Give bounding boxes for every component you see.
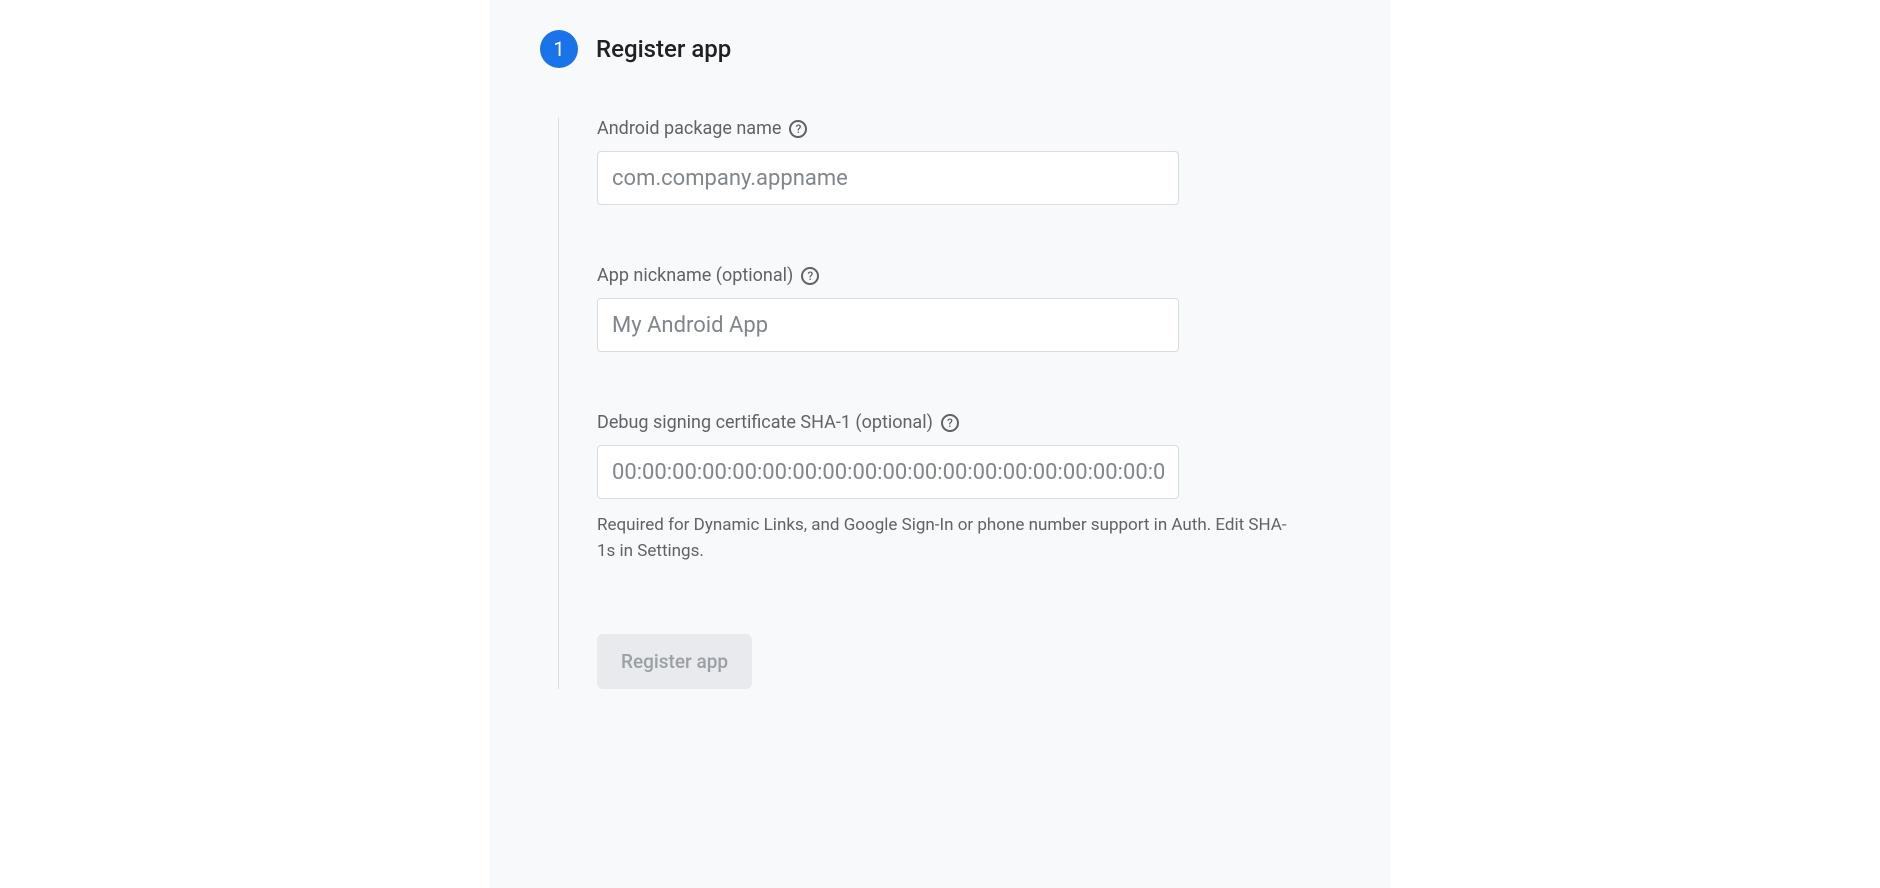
- step-title: Register app: [596, 35, 731, 63]
- step-content: Android package name ? App nickname (opt…: [558, 118, 1340, 689]
- nickname-group: App nickname (optional) ?: [597, 265, 1340, 352]
- register-app-button[interactable]: Register app: [597, 634, 752, 689]
- package-name-label-row: Android package name ?: [597, 118, 1340, 139]
- help-icon[interactable]: ?: [801, 267, 819, 285]
- package-name-input[interactable]: [597, 151, 1179, 205]
- package-name-label: Android package name: [597, 118, 781, 139]
- sha1-input[interactable]: [597, 445, 1179, 499]
- help-icon[interactable]: ?: [789, 120, 807, 138]
- step-number-badge: 1: [540, 30, 578, 68]
- sha1-label-row: Debug signing certificate SHA-1 (optiona…: [597, 412, 1340, 433]
- sha1-group: Debug signing certificate SHA-1 (optiona…: [597, 412, 1340, 564]
- sha1-helper-text: Required for Dynamic Links, and Google S…: [597, 513, 1287, 564]
- nickname-label-row: App nickname (optional) ?: [597, 265, 1340, 286]
- nickname-label: App nickname (optional): [597, 265, 793, 286]
- help-icon[interactable]: ?: [941, 414, 959, 432]
- nickname-input[interactable]: [597, 298, 1179, 352]
- step-header: 1 Register app: [540, 30, 1340, 68]
- sha1-label: Debug signing certificate SHA-1 (optiona…: [597, 412, 933, 433]
- register-app-panel: 1 Register app Android package name ? Ap…: [490, 0, 1390, 888]
- package-name-group: Android package name ?: [597, 118, 1340, 205]
